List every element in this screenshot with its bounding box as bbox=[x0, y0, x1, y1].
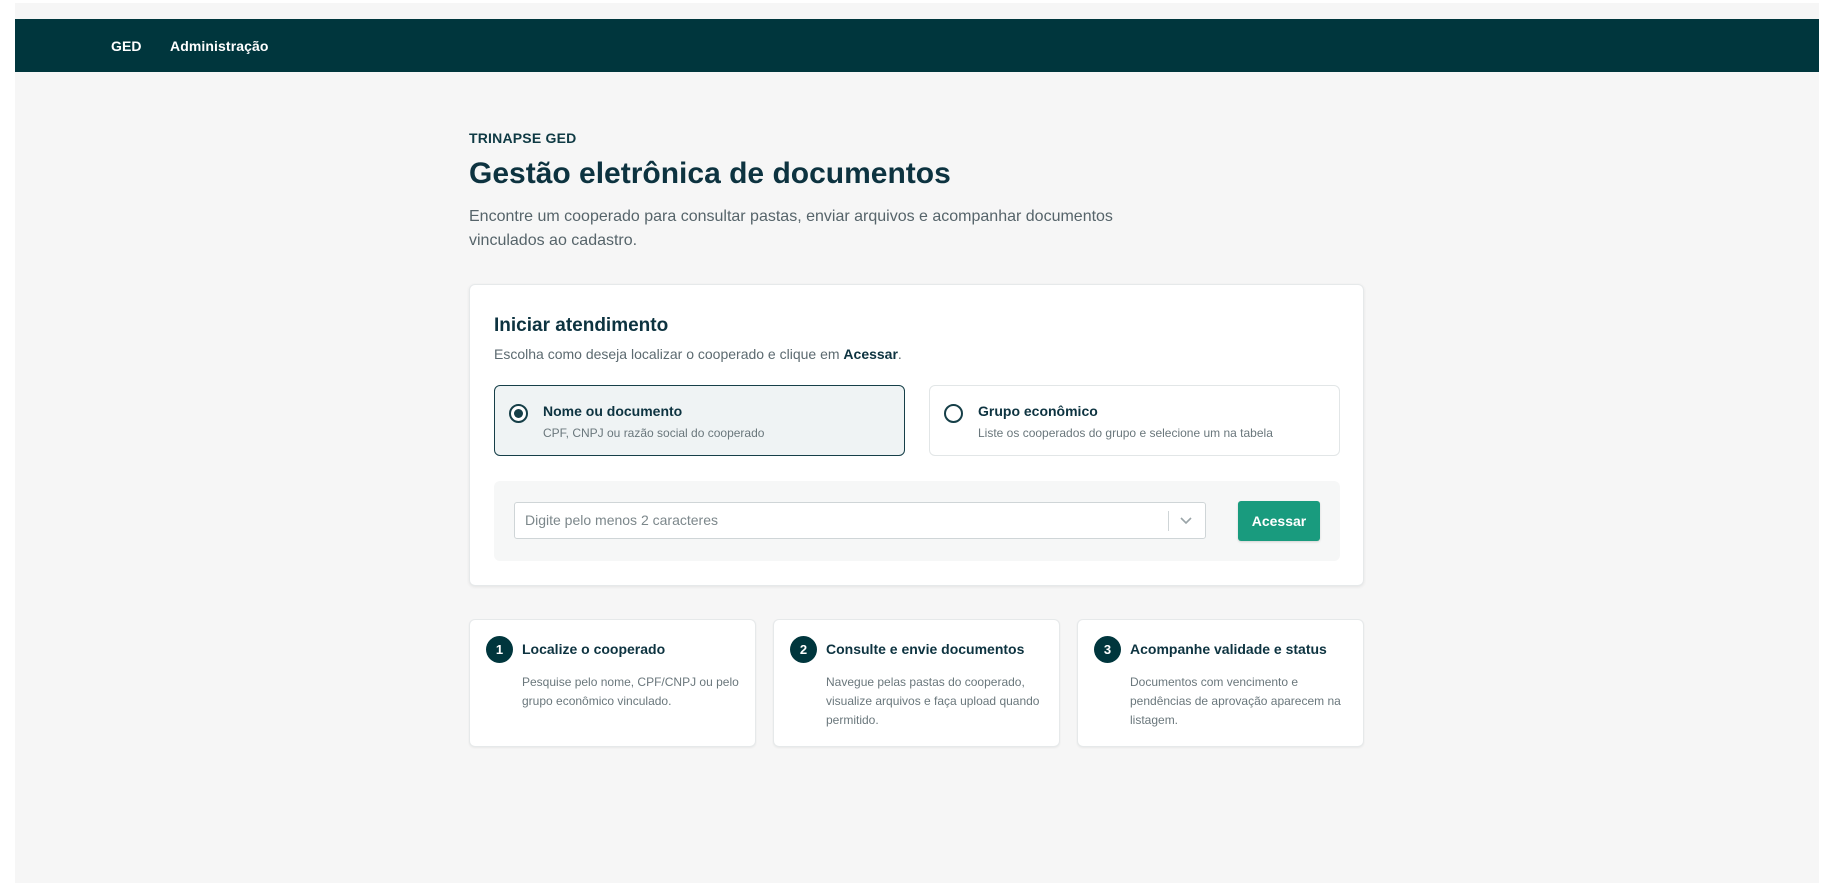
step-number-badge: 3 bbox=[1094, 636, 1121, 663]
page-title: Gestão eletrônica de documentos bbox=[469, 157, 951, 190]
page-eyebrow: TRINAPSE GED bbox=[469, 130, 577, 146]
step-card-2: 2 Consulte e envie documentos Navegue pe… bbox=[773, 619, 1060, 747]
card-title: Iniciar atendimento bbox=[494, 315, 669, 336]
step-description: Navegue pelas pastas do cooperado, visua… bbox=[826, 675, 1040, 727]
option-description: Liste os cooperados do grupo e selecione… bbox=[978, 426, 1273, 440]
top-navbar: GED Administração bbox=[15, 19, 1819, 72]
option-name-or-document[interactable]: Nome ou documento CPF, CNPJ ou razão soc… bbox=[494, 385, 905, 456]
step-title: Consulte e envie documentos bbox=[826, 641, 1025, 657]
app-frame: GED Administração TRINAPSE GED Gestão el… bbox=[15, 3, 1819, 883]
option-description: CPF, CNPJ ou razão social do cooperado bbox=[543, 426, 765, 440]
chevron-down-icon[interactable] bbox=[1178, 512, 1194, 528]
start-service-card: Iniciar atendimento Escolha como deseja … bbox=[469, 284, 1364, 586]
card-subtitle: Escolha como deseja localizar o cooperad… bbox=[494, 346, 902, 362]
option-label: Nome ou documento bbox=[543, 403, 683, 419]
step-number-badge: 1 bbox=[486, 636, 513, 663]
step-title: Localize o cooperado bbox=[522, 641, 666, 657]
radio-unselected-icon[interactable] bbox=[944, 404, 963, 423]
page-description: Encontre um cooperado para consultar pas… bbox=[469, 208, 1113, 249]
card-subtitle-end: . bbox=[897, 346, 902, 362]
step-number-badge: 2 bbox=[790, 636, 817, 663]
radio-selected-icon[interactable] bbox=[509, 404, 528, 423]
nav-item-administracao[interactable]: Administração bbox=[170, 38, 269, 54]
card-subtitle-text: Escolha como deseja localizar o cooperad… bbox=[494, 346, 844, 362]
step-card-3: 3 Acompanhe validade e status Documentos… bbox=[1077, 619, 1364, 747]
card-subtitle-emphasis: Acessar bbox=[843, 346, 898, 362]
option-label: Grupo econômico bbox=[978, 403, 1098, 419]
step-description: Pesquise pelo nome, CPF/CNPJ ou pelo gru… bbox=[522, 675, 739, 708]
step-title: Acompanhe validade e status bbox=[1130, 641, 1327, 657]
select-divider bbox=[1168, 511, 1169, 531]
cooperado-search-select[interactable]: Digite pelo menos 2 caracteres bbox=[514, 502, 1206, 539]
nav-item-ged[interactable]: GED bbox=[111, 38, 142, 54]
search-panel: Digite pelo menos 2 caracteres Acessar bbox=[494, 481, 1340, 561]
step-card-1: 1 Localize o cooperado Pesquise pelo nom… bbox=[469, 619, 756, 747]
search-placeholder: Digite pelo menos 2 caracteres bbox=[525, 512, 718, 528]
acessar-button[interactable]: Acessar bbox=[1238, 501, 1320, 541]
step-description: Documentos com vencimento e pendências d… bbox=[1130, 675, 1341, 727]
option-economic-group[interactable]: Grupo econômico Liste os cooperados do g… bbox=[929, 385, 1340, 456]
